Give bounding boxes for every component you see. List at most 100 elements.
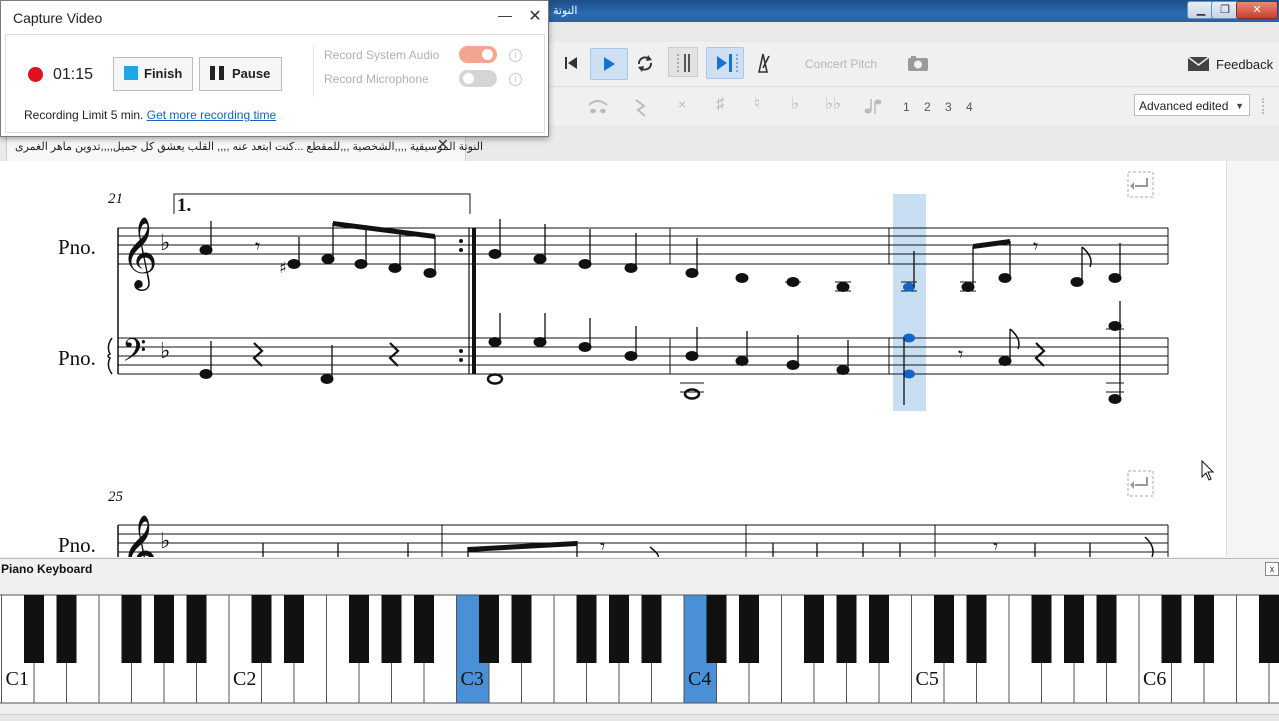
score-scrollbar[interactable] (1226, 161, 1279, 557)
flip-direction-icon[interactable] (862, 96, 884, 116)
repeat-dots (459, 239, 463, 362)
svg-text:𝄾: 𝄾 (600, 534, 605, 557)
black-key[interactable] (934, 595, 954, 663)
feedback-envelope-icon[interactable] (1187, 55, 1211, 73)
treble-clef-icon: 𝄞 (121, 215, 158, 291)
get-more-time-link[interactable]: Get more recording time (147, 108, 276, 122)
black-key[interactable] (1194, 595, 1214, 663)
recording-indicator-icon (28, 67, 43, 82)
voice-1-button[interactable]: 1 (903, 100, 910, 114)
black-key[interactable] (186, 595, 207, 663)
toggle-double-sharp-icon[interactable]: × (678, 96, 694, 116)
play-button[interactable] (590, 48, 628, 80)
instrument-label-treble: Pno. (58, 235, 96, 259)
black-key[interactable] (511, 595, 532, 663)
black-key[interactable] (869, 595, 889, 663)
feedback-button[interactable]: Feedback (1216, 57, 1273, 72)
window-close-button[interactable]: ✕ (1236, 1, 1278, 19)
mouse-cursor-icon (1201, 459, 1215, 482)
black-key[interactable] (56, 595, 77, 663)
window-maximize-button[interactable]: ❐ (1211, 1, 1239, 19)
loop-out-icon[interactable] (706, 47, 744, 79)
black-key[interactable] (739, 595, 759, 663)
toggle-sharp-icon[interactable]: ♯ (716, 94, 732, 116)
pause-button[interactable]: Pause (199, 57, 282, 91)
capture-divider (313, 45, 314, 97)
octave-label: C2 (233, 668, 256, 690)
system-break-icon[interactable] (1127, 171, 1154, 198)
black-key[interactable] (1096, 595, 1117, 663)
toolbar-grip (1262, 98, 1270, 114)
black-key[interactable] (836, 595, 857, 663)
stop-square-icon (124, 66, 138, 80)
concert-pitch-toggle[interactable]: Concert Pitch (805, 57, 877, 71)
system-break-icon[interactable] (1127, 470, 1154, 497)
toggle-flat-icon[interactable]: ♭ (791, 94, 807, 116)
black-key[interactable] (641, 595, 662, 663)
black-key[interactable] (479, 595, 499, 663)
toggle-knob (482, 49, 493, 60)
loop-icon[interactable] (634, 52, 656, 74)
image-capture-icon[interactable] (906, 54, 930, 74)
tie-icon[interactable] (586, 96, 610, 118)
piano-keyboard-header (0, 558, 1279, 582)
black-key[interactable] (284, 595, 304, 663)
metronome-icon[interactable] (752, 50, 774, 76)
black-key[interactable] (24, 595, 44, 663)
key-signature-flat-treble: ♭ (160, 529, 170, 554)
volta-label: 1. (177, 195, 192, 216)
score-canvas[interactable]: 𝄞 𝄢 ♭ ♭ 𝄾 ♯ 𝄾 𝄾 𝄞 ♭ 𝄾 𝄾 21 1. Pno. Pno. … (0, 161, 1226, 557)
toggle-double-flat-icon[interactable]: ♭♭ (825, 94, 845, 116)
record-microphone-toggle[interactable] (459, 70, 497, 87)
pause-label: Pause (232, 66, 271, 81)
black-key[interactable] (381, 595, 402, 663)
octave-label: C1 (6, 668, 29, 690)
black-key[interactable] (706, 595, 727, 663)
black-key[interactable] (966, 595, 987, 663)
voice-2-button[interactable]: 2 (924, 100, 931, 114)
black-key[interactable] (1031, 595, 1052, 663)
instrument-label-treble: Pno. (58, 533, 96, 557)
capture-close-button[interactable]: ✕ (527, 6, 543, 25)
voice-4-button[interactable]: 4 (966, 100, 973, 114)
black-key[interactable] (121, 595, 142, 663)
black-key[interactable] (609, 595, 629, 663)
svg-text:𝄾: 𝄾 (958, 342, 963, 366)
black-key[interactable] (1259, 595, 1279, 663)
black-key[interactable] (1064, 595, 1084, 663)
recording-limit-text: Recording Limit 5 min. Get more recordin… (24, 108, 276, 122)
black-key[interactable] (414, 595, 434, 663)
score-svg: 𝄞 𝄢 ♭ ♭ 𝄾 ♯ 𝄾 𝄾 𝄞 ♭ 𝄾 𝄾 (107, 171, 1169, 557)
treble-clef-icon: 𝄞 (121, 513, 158, 557)
black-key[interactable] (1161, 595, 1182, 663)
rest-icon[interactable] (630, 96, 654, 118)
volta-bracket (173, 193, 471, 214)
tab-close-icon[interactable]: ✕ (437, 136, 449, 153)
record-system-audio-label: Record System Audio (324, 48, 440, 62)
loop-in-icon[interactable] (668, 47, 698, 77)
rewind-to-start-icon[interactable] (560, 52, 582, 74)
view-mode-select[interactable]: Advanced edited ▼ (1134, 94, 1250, 116)
measure-number: 21 (108, 191, 123, 207)
black-key[interactable] (804, 595, 824, 663)
capture-dialog-title: Capture Video (13, 10, 103, 26)
black-key[interactable] (251, 595, 272, 663)
toggle-knob (463, 73, 474, 84)
record-system-audio-toggle[interactable] (459, 46, 497, 63)
pause-icon (210, 66, 224, 80)
tab-score-title: النوتة الموسيقية ,,,,الشخصية ,,,للمقطع .… (15, 141, 483, 153)
black-key[interactable] (576, 595, 597, 663)
black-key[interactable] (154, 595, 174, 663)
record-microphone-label: Record Microphone (324, 72, 429, 86)
piano-close-button[interactable]: x (1265, 562, 1279, 576)
info-icon[interactable]: i (509, 73, 522, 86)
toggle-natural-icon[interactable]: ♮ (754, 94, 770, 116)
finish-button[interactable]: Finish (113, 57, 193, 91)
view-mode-value: Advanced edited (1139, 99, 1229, 113)
info-icon[interactable]: i (509, 49, 522, 62)
voice-3-button[interactable]: 3 (945, 100, 952, 114)
black-key[interactable] (349, 595, 369, 663)
key-signature-flat-treble: ♭ (160, 231, 170, 256)
capture-minimize-button[interactable]: — (497, 7, 513, 23)
piano-keyboard[interactable]: C1 C2 C3 C4 C5 C6 (0, 581, 1279, 720)
